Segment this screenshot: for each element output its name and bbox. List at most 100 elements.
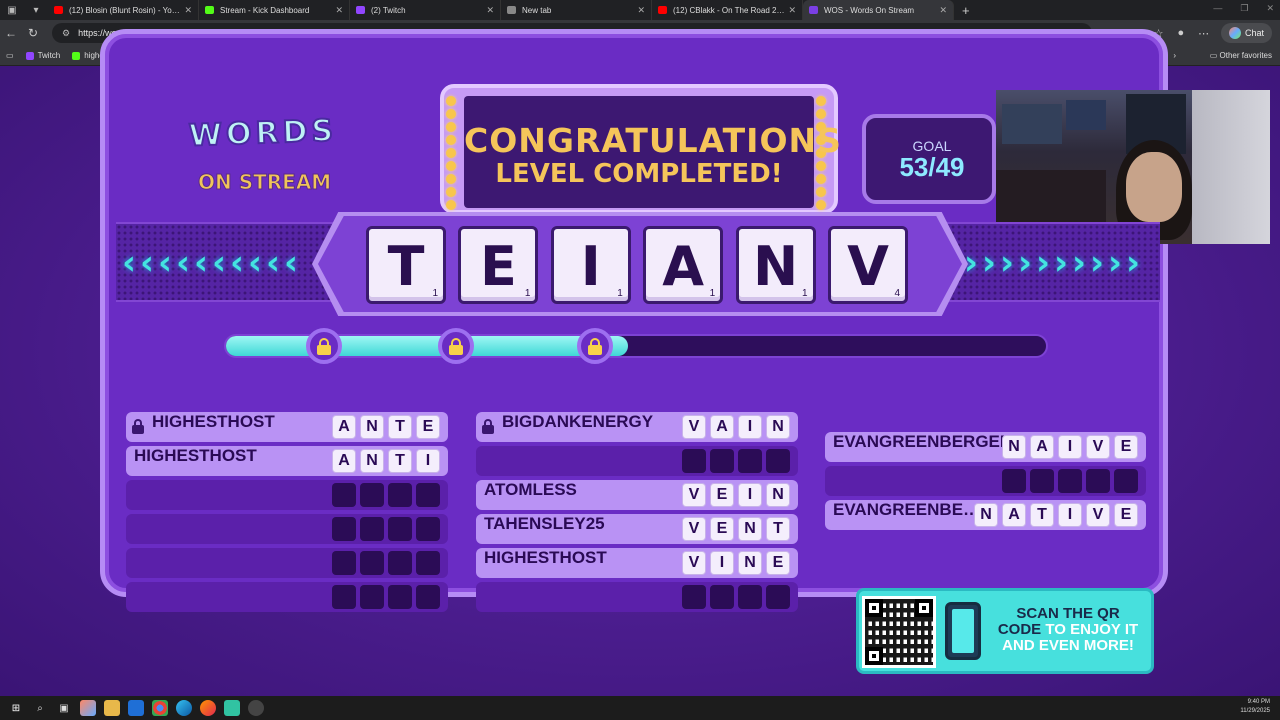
word-letter: [766, 449, 790, 473]
word-letter: N: [360, 415, 384, 439]
edge-icon[interactable]: [176, 700, 192, 716]
word-letter: A: [710, 415, 734, 439]
windows-taskbar: ⊞ ⌕ ▣ 9:40 PM 11/29/2025: [0, 696, 1280, 720]
qr-promo-line1: SCAN THE QR: [1016, 605, 1120, 622]
word-letter: [332, 517, 356, 541]
browser-tab[interactable]: (12) CBlakk - On The Road 2 (feat ✕: [652, 0, 803, 20]
word-row: EVANGREENBERGER N A I V E: [825, 432, 1146, 462]
word-letter: T: [388, 415, 412, 439]
menu-icon[interactable]: ⋯: [1198, 27, 1209, 40]
word-row: ATOMLESS V E I N: [476, 480, 798, 510]
chat-button[interactable]: Chat: [1220, 23, 1272, 43]
browser-tab[interactable]: WOS - Words On Stream ✕: [803, 0, 954, 20]
copilot-icon: [1228, 27, 1241, 39]
close-window-icon[interactable]: ✕: [1266, 3, 1274, 14]
word-letter: [1086, 469, 1110, 493]
word-letter: [682, 585, 706, 609]
close-tab-icon[interactable]: ✕: [184, 5, 192, 16]
browser-tab[interactable]: Stream - Kick Dashboard ✕: [199, 0, 350, 20]
goal-value: 53/49: [899, 152, 965, 182]
system-clock[interactable]: 9:40 PM 11/29/2025: [1240, 698, 1270, 716]
word-letter: I: [416, 449, 440, 473]
words-on-stream-logo: WORDS ON STREAM: [176, 112, 350, 206]
word-letter: [360, 517, 384, 541]
obs-icon[interactable]: [248, 700, 264, 716]
outlook-icon[interactable]: [128, 700, 144, 716]
bookmarks-overflow-icon[interactable]: ›: [1173, 51, 1176, 60]
new-tab-icon[interactable]: +: [954, 3, 978, 18]
milestone-lock-icon: [437, 328, 474, 364]
word-letter: [1114, 469, 1138, 493]
search-icon[interactable]: ⌕: [32, 700, 48, 716]
clock-date: 11/29/2025: [1240, 708, 1270, 714]
row-lock-icon: [132, 419, 144, 434]
copilot-taskbar-icon[interactable]: [80, 700, 96, 716]
tab-favicon-icon: [54, 6, 63, 14]
word-letter: N: [974, 503, 998, 527]
player-name: HIGHESTHOST: [152, 412, 275, 431]
word-letter: [388, 483, 412, 507]
word-row: [126, 548, 448, 578]
tile-points: 1: [524, 288, 531, 299]
word-letter: T: [1030, 503, 1054, 527]
minimize-icon[interactable]: —: [1213, 3, 1222, 14]
chevrons-right: › › › › › › › › › ›: [964, 243, 1141, 283]
close-tab-icon[interactable]: ✕: [788, 5, 796, 16]
word-row: HIGHESTHOST V I N E: [476, 548, 798, 578]
close-tab-icon[interactable]: ✕: [335, 5, 343, 16]
browser-tab[interactable]: (12) Blosin (Blunt Rosin) - YouTub ✕: [48, 0, 199, 20]
reload-icon[interactable]: ↻: [22, 26, 44, 40]
player-name: EVANGREENBERGER: [833, 432, 1013, 451]
letter-tile[interactable]: A1: [643, 226, 724, 304]
browser-tab[interactable]: (2) Twitch ✕: [350, 0, 501, 20]
word-letter: E: [766, 551, 790, 575]
maximize-icon[interactable]: ❐: [1240, 3, 1248, 14]
file-explorer-icon[interactable]: [104, 700, 120, 716]
letter-tile[interactable]: E1: [458, 226, 539, 304]
level-progress-bar: [224, 334, 1048, 358]
browser-tab[interactable]: New tab ✕: [501, 0, 652, 20]
tab-search-icon[interactable]: ▾: [24, 0, 48, 20]
close-tab-icon[interactable]: ✕: [939, 5, 947, 16]
word-letter: A: [332, 449, 356, 473]
close-tab-icon[interactable]: ✕: [637, 5, 645, 16]
letter-tile[interactable]: I1: [550, 226, 631, 304]
word-letter: [1058, 469, 1082, 493]
word-row: HIGHESTHOST A N T I: [126, 446, 448, 476]
firefox-icon[interactable]: [200, 700, 216, 716]
tile-points: 1: [432, 288, 438, 299]
bookmarks-sidebar-icon[interactable]: ▭: [6, 51, 14, 60]
tab-title: Stream - Kick Dashboard: [220, 5, 310, 15]
marquee-bulbs-left: [446, 96, 458, 210]
tab-favicon-icon: [205, 6, 214, 14]
word-row: [126, 514, 448, 544]
tab-actions-icon[interactable]: ▣: [0, 0, 24, 20]
player-name: ATOMLESS: [484, 480, 577, 499]
letter-tile[interactable]: T1: [366, 226, 446, 304]
chrome-icon[interactable]: [152, 700, 168, 716]
tile-points: 4: [894, 288, 900, 299]
word-row: [476, 446, 798, 476]
word-letter: [416, 517, 440, 541]
start-icon[interactable]: ⊞: [8, 700, 24, 716]
phone-icon: [945, 602, 981, 660]
word-letter: V: [1086, 503, 1110, 527]
bookmark-favicon-icon: [25, 51, 34, 60]
word-letter: E: [1114, 503, 1138, 527]
bookmark-item[interactable]: Twitch: [25, 51, 60, 60]
back-icon[interactable]: ←: [0, 26, 22, 40]
word-letter: [1002, 469, 1026, 493]
folder-icon: ▭: [1209, 51, 1220, 60]
other-favorites[interactable]: ▭ Other favorites: [1210, 51, 1272, 60]
letter-tile[interactable]: V4: [828, 226, 908, 304]
profile-icon[interactable]: ●: [1178, 27, 1185, 39]
qr-promo-line3: AND EVEN MORE!: [1002, 637, 1134, 654]
site-info-icon[interactable]: ⚙: [62, 28, 70, 39]
letter-tile[interactable]: N1: [735, 226, 816, 304]
task-view-icon[interactable]: ▣: [56, 700, 72, 716]
word-letter: [332, 551, 356, 575]
qr-code-icon[interactable]: [862, 596, 936, 668]
streamlabs-icon[interactable]: [224, 700, 240, 716]
milestone-lock-icon: [577, 328, 613, 364]
close-tab-icon[interactable]: ✕: [486, 5, 494, 16]
